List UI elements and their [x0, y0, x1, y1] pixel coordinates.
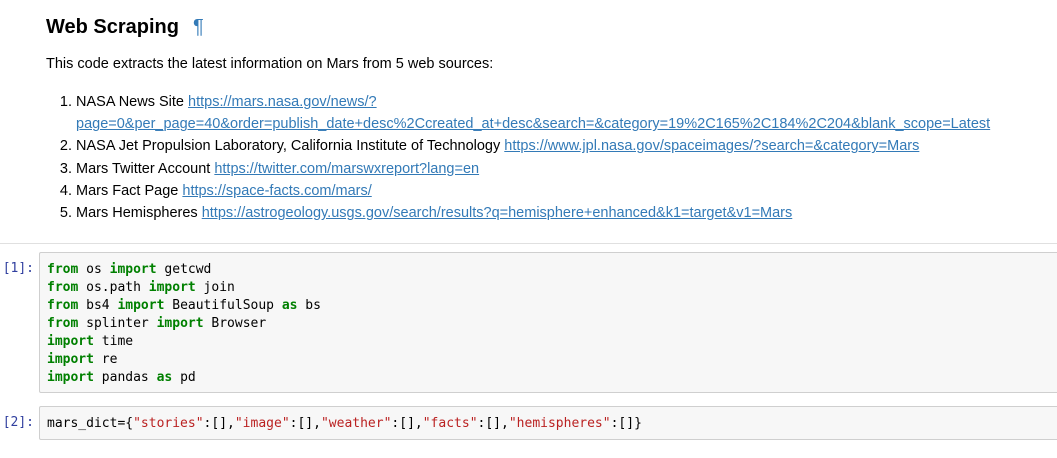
keyword: from [47, 316, 79, 331]
keyword: import [109, 262, 157, 277]
string-literal: "image" [234, 416, 290, 431]
punctuation: :[], [289, 416, 321, 431]
section-heading: Web Scraping ¶ [46, 14, 204, 40]
keyword: import [148, 280, 196, 295]
keyword: as [281, 298, 298, 313]
link-text-line2: page=0&per_page=40&order=publish_date+de… [76, 116, 991, 133]
string-literal: "weather" [320, 416, 392, 431]
identifier: time [93, 334, 134, 349]
source-link[interactable]: https://www.jpl.nasa.gov/spaceimages/?se… [504, 138, 919, 154]
code-line: import re [47, 351, 117, 369]
keyword: from [47, 298, 79, 313]
string-literal: "hemispheres" [508, 416, 611, 431]
code-line: import pandas as pd [47, 369, 196, 387]
source-label: NASA News Site [76, 94, 184, 110]
input-prompt: [1]: [2, 261, 34, 276]
identifier: mars_dict={ [47, 416, 134, 431]
module-name: os.path [78, 280, 149, 295]
keyword: import [47, 334, 94, 349]
string-literal: "facts" [422, 416, 478, 431]
keyword: from [47, 262, 79, 277]
code-line: mars_dict={"stories":[],"image":[],"weat… [47, 415, 642, 433]
list-item: Mars Hemispheres https://astrogeology.us… [76, 202, 1057, 224]
keyword: import [47, 370, 94, 385]
source-link[interactable]: https://astrogeology.usgs.gov/search/res… [202, 205, 793, 221]
list-item: NASA News Site https://mars.nasa.gov/new… [76, 91, 1057, 135]
module-name: bs4 [78, 298, 118, 313]
code-line: from os import getcwd [47, 261, 211, 279]
identifier: join [195, 280, 235, 295]
identifier: getcwd [156, 262, 212, 277]
list-item: Mars Fact Page https://space-facts.com/m… [76, 180, 1057, 202]
keyword: import [47, 352, 94, 367]
anchor-link-icon[interactable]: ¶ [193, 16, 204, 38]
code-line: from os.path import join [47, 279, 235, 297]
code-line: from splinter import Browser [47, 315, 266, 333]
code-line: from bs4 import BeautifulSoup as bs [47, 297, 321, 315]
code-editor[interactable]: from os import getcwd from os.path impor… [39, 252, 1057, 393]
markdown-cell[interactable]: Web Scraping ¶ This code extracts the lat… [0, 0, 1057, 244]
list-item: NASA Jet Propulsion Laboratory, Californ… [76, 135, 1057, 157]
string-literal: "stories" [133, 416, 204, 431]
list-item: Mars Twitter Account https://twitter.com… [76, 158, 1057, 180]
identifier: Browser [203, 316, 267, 331]
punctuation: :[]} [610, 416, 642, 431]
alias-name: pd [172, 370, 196, 385]
punctuation: :[], [203, 416, 235, 431]
keyword: import [117, 298, 165, 313]
identifier: BeautifulSoup [164, 298, 282, 313]
source-label: NASA Jet Propulsion Laboratory, Californ… [76, 138, 501, 155]
source-link[interactable]: https://space-facts.com/mars/ [182, 183, 371, 199]
source-label: Mars Twitter Account [76, 160, 211, 177]
keyword: from [47, 280, 79, 295]
keyword: import [156, 316, 204, 331]
keyword: as [156, 370, 173, 385]
source-label: Mars Fact Page [76, 182, 179, 199]
identifier: re [93, 352, 118, 367]
link-text-line1: https://mars.nasa.gov/news/? [188, 94, 377, 110]
sources-list: NASA News Site https://mars.nasa.gov/new… [46, 91, 1057, 224]
module-name: splinter [78, 316, 157, 331]
identifier: pandas [93, 370, 157, 385]
input-prompt: [2]: [2, 415, 34, 430]
source-label: Mars Hemispheres [76, 205, 198, 222]
source-link[interactable]: https://twitter.com/marswxreport?lang=en [214, 161, 479, 177]
punctuation: :[], [477, 416, 509, 431]
punctuation: :[], [391, 416, 423, 431]
code-line: import time [47, 333, 133, 351]
alias-name: bs [297, 298, 321, 313]
source-link[interactable]: https://mars.nasa.gov/news/? page=0&per_p… [76, 94, 990, 132]
module-name: os [78, 262, 110, 277]
intro-text: This code extracts the latest informatio… [46, 56, 494, 72]
heading-text: Web Scraping [46, 16, 179, 38]
code-editor[interactable]: mars_dict={"stories":[],"image":[],"weat… [39, 406, 1057, 440]
